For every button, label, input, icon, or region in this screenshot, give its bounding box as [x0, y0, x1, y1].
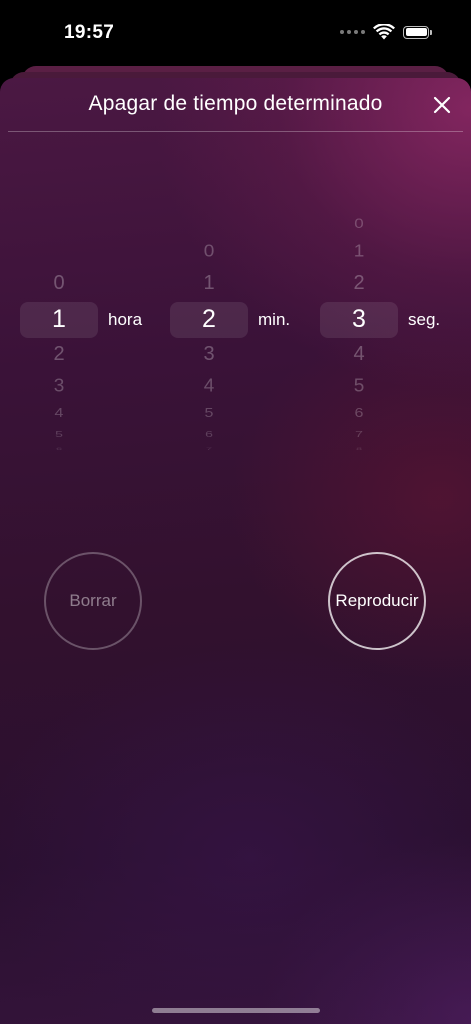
status-bar: 19:57 — [0, 0, 471, 70]
hours-option[interactable]: 4 — [20, 407, 98, 421]
minutes-option[interactable]: 1 — [170, 272, 248, 295]
timer-sheet: Apagar de tiempo determinado 1 0 2 3 4 5 6 hor… — [0, 78, 471, 1024]
signal-dots-icon — [340, 30, 365, 34]
minutes-selected-value: 2 — [202, 305, 216, 333]
home-indicator — [152, 1008, 320, 1013]
header-divider — [8, 131, 463, 132]
hours-option[interactable]: 0 — [20, 272, 98, 295]
hours-option[interactable]: 3 — [20, 376, 98, 397]
seconds-option[interactable]: 7 — [320, 429, 398, 439]
close-icon[interactable] — [431, 94, 453, 116]
seconds-unit-label: seg. — [408, 310, 441, 329]
hours-option[interactable]: 6 — [20, 446, 98, 450]
minutes-unit-label: min. — [258, 310, 291, 329]
minutes-option[interactable]: 5 — [170, 407, 248, 421]
seconds-option[interactable]: 4 — [320, 343, 398, 366]
minutes-option[interactable]: 0 — [170, 241, 248, 261]
minutes-option[interactable]: 6 — [170, 429, 248, 439]
clear-button[interactable]: Borrar — [44, 552, 142, 650]
battery-icon — [403, 25, 432, 39]
seconds-selected-value: 3 — [352, 305, 366, 333]
hours-option[interactable]: 5 — [20, 429, 98, 439]
minutes-option[interactable]: 4 — [170, 376, 248, 397]
wifi-icon — [373, 24, 395, 40]
seconds-option[interactable]: 8 — [320, 446, 398, 450]
seconds-option[interactable]: 6 — [320, 407, 398, 421]
seconds-option[interactable]: 0 — [320, 215, 398, 231]
sheet-title: Apagar de tiempo determinado — [88, 92, 383, 115]
play-button-label: Reproducir — [335, 591, 419, 610]
play-button[interactable]: Reproducir — [328, 552, 426, 650]
screen: 19:57 Apagar de tiempo determinado 1 0 2… — [0, 0, 471, 1024]
seconds-option[interactable]: 1 — [320, 241, 398, 261]
seconds-option[interactable]: 2 — [320, 272, 398, 295]
clear-button-label: Borrar — [69, 591, 117, 610]
minutes-option[interactable]: 7 — [170, 446, 248, 450]
minutes-option[interactable]: 3 — [170, 343, 248, 366]
hours-option[interactable]: 2 — [20, 343, 98, 366]
hours-unit-label: hora — [108, 310, 143, 329]
seconds-option[interactable]: 5 — [320, 376, 398, 397]
status-time: 19:57 — [64, 22, 115, 43]
hours-selected-value: 1 — [52, 305, 66, 333]
status-icons — [340, 24, 432, 40]
